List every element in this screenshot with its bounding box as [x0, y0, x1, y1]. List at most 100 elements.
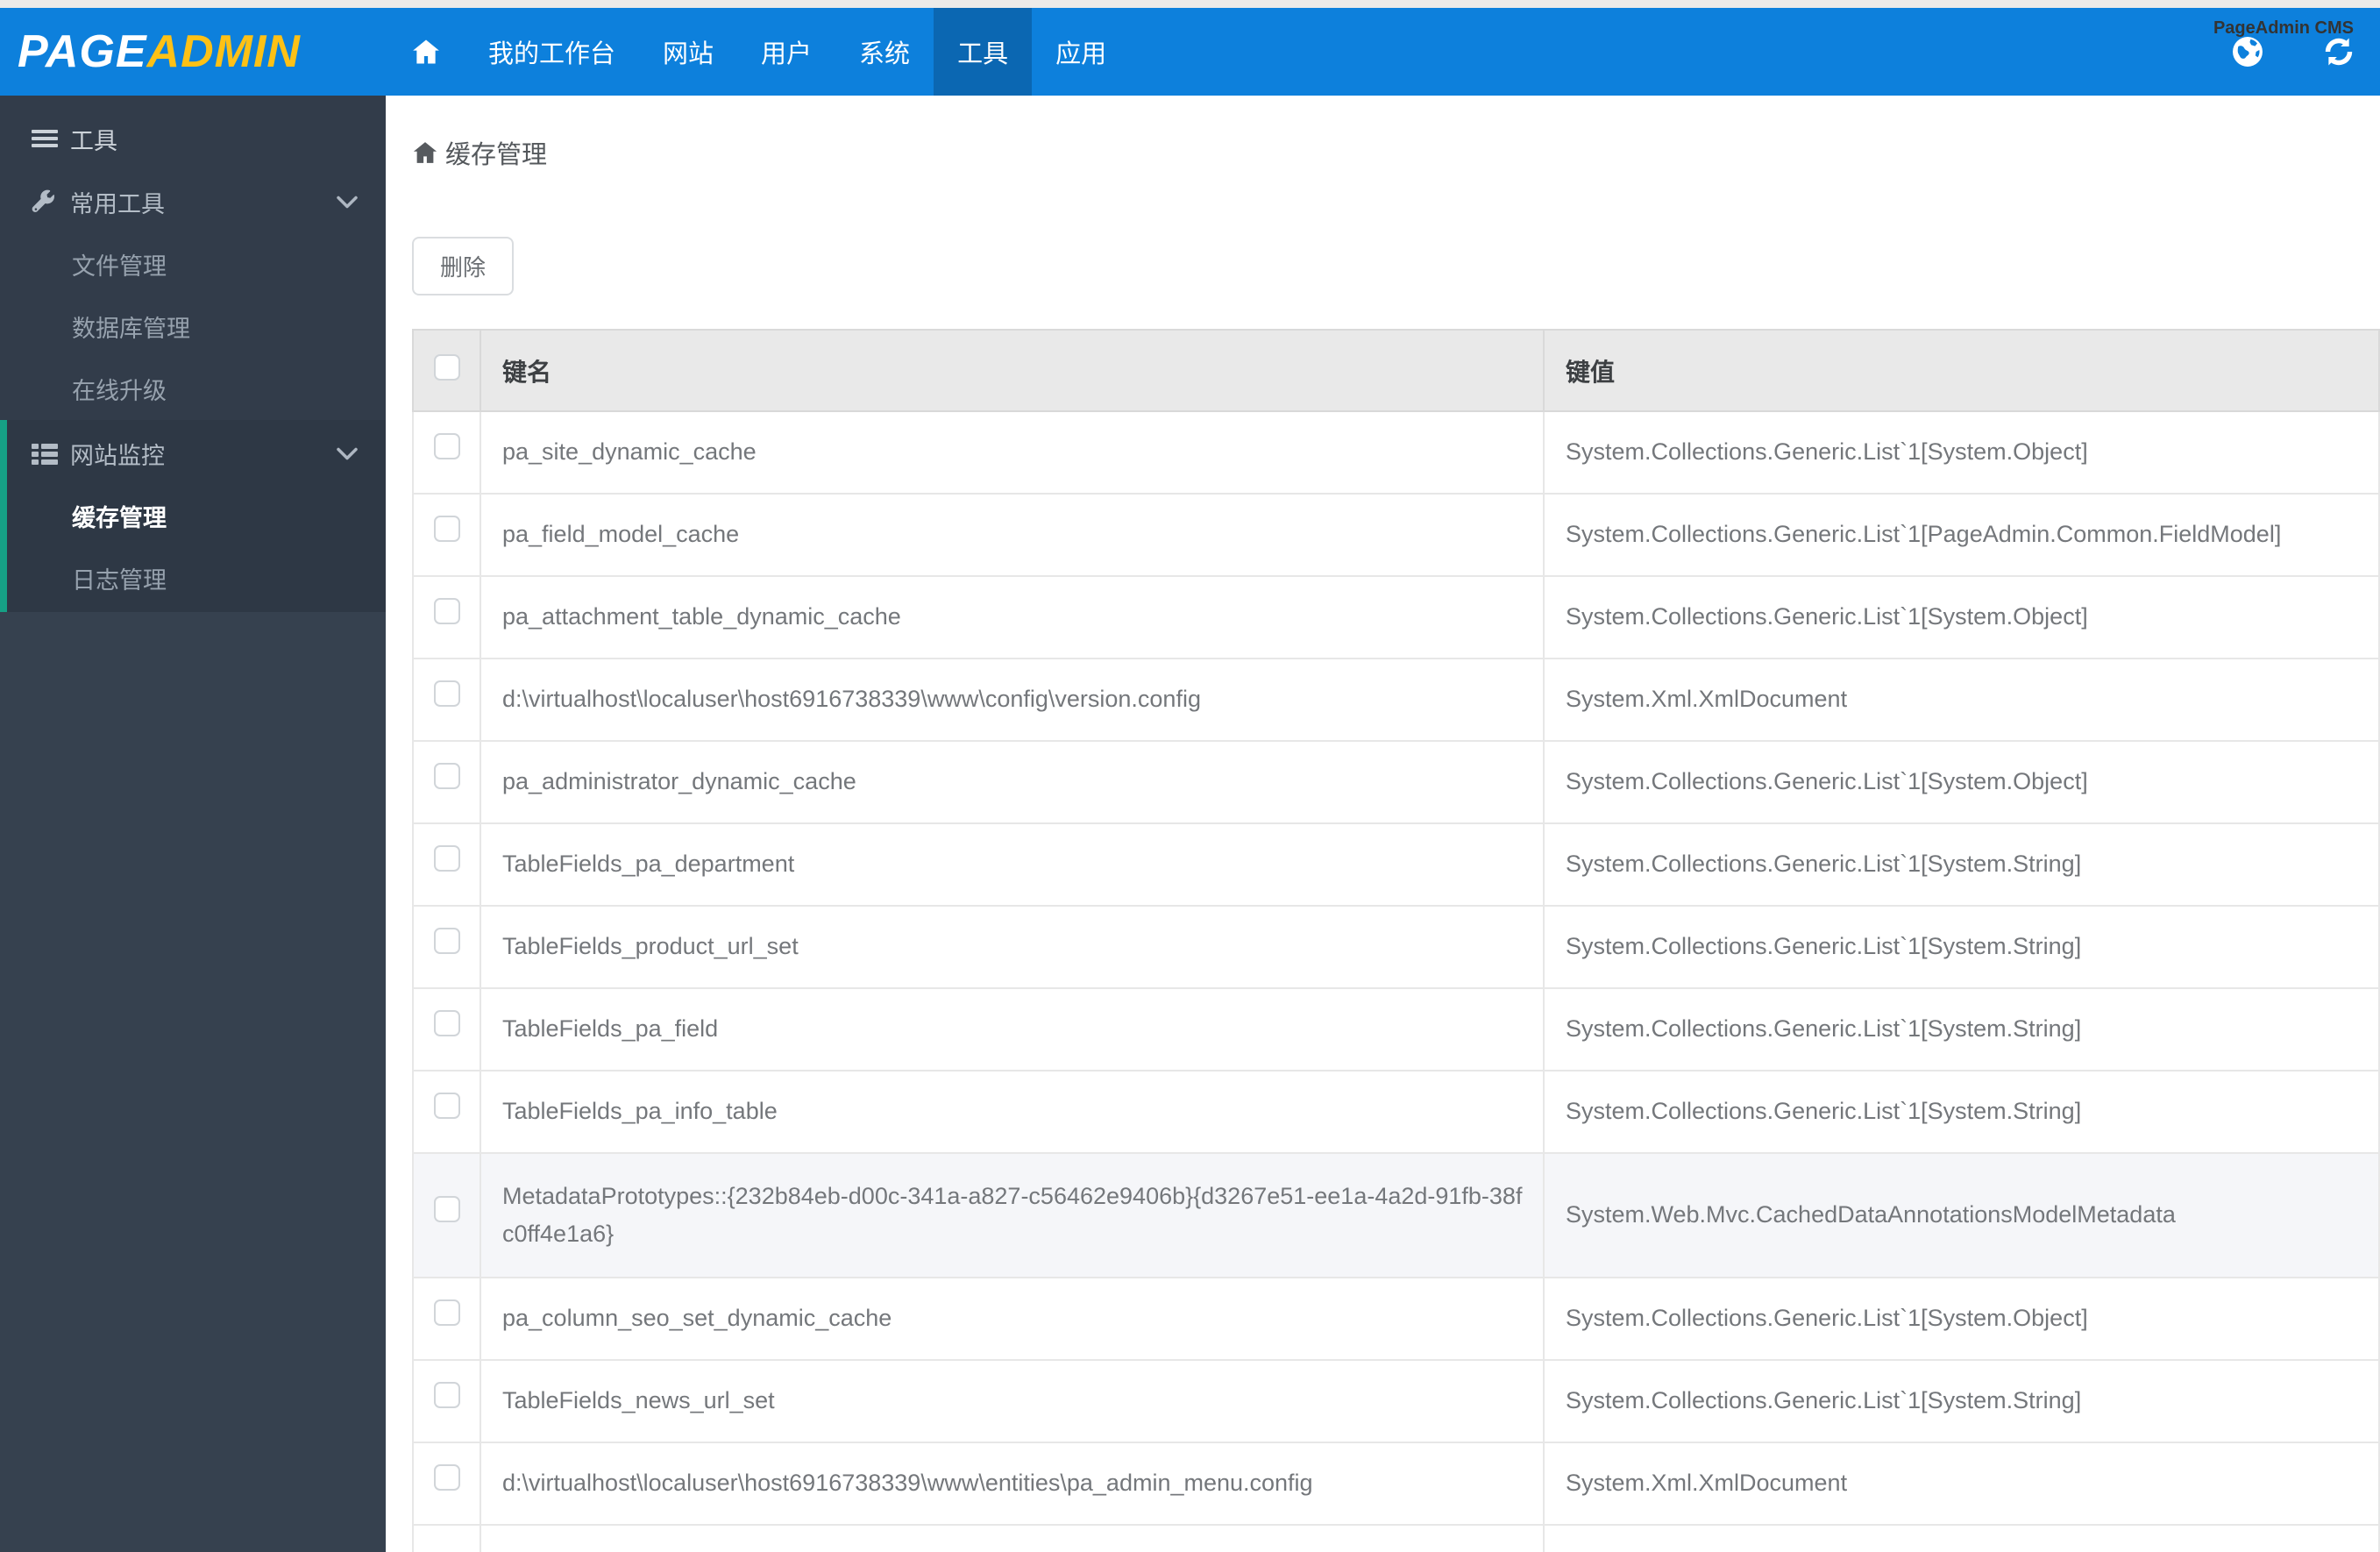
sidebar-subitem-label: 数据库管理: [72, 316, 190, 342]
sidebar-group-highlighted: 网站监控缓存管理日志管理: [0, 420, 386, 612]
sidebar-subitem-0-1[interactable]: 数据库管理: [0, 295, 386, 358]
row-checkbox[interactable]: [433, 1010, 460, 1037]
table-row: TableFields_pa_department System.Collecti…: [412, 822, 2380, 907]
cache-key-cell: pa_site_dynamic_cache: [480, 410, 1545, 495]
page-title-overlay: PageAdmin CMS: [2213, 18, 2354, 38]
row-checkbox[interactable]: [433, 1196, 460, 1223]
cache-value-cell: System.Collections.Generic.List`1[System…: [1543, 1070, 2380, 1154]
row-checkbox[interactable]: [433, 1382, 460, 1409]
sidebar-subitem-label: 日志管理: [72, 567, 167, 594]
row-select-cell: [412, 1442, 481, 1526]
table-row: pa_field_model_cache System.Collections.G…: [412, 493, 2380, 577]
nav-item-label: 我的工作台: [488, 40, 616, 68]
breadcrumb: 缓存管理: [412, 135, 2380, 170]
pageadmin-logo[interactable]: PAGE ADMIN: [18, 8, 301, 96]
nav-item-4[interactable]: 系统: [835, 8, 934, 96]
menu-icon: [32, 128, 58, 149]
refresh-icon[interactable]: [2322, 35, 2355, 68]
cache-value-cell: System.Web.Mvc.CachedDataAnnotationsMode…: [1543, 1152, 2380, 1278]
row-checkbox[interactable]: [433, 763, 460, 790]
sidebar-item-0-parent[interactable]: 常用工具: [0, 171, 386, 233]
nav-item-1[interactable]: 我的工作台: [465, 8, 639, 96]
table-row: pa_site_dynamic_cache System.Collections.…: [412, 410, 2380, 495]
sidebar-item-label: 网站监控: [70, 443, 165, 469]
cache-table-body: pa_site_dynamic_cache System.Collections.…: [412, 410, 2380, 1552]
nav-item-6[interactable]: 应用: [1032, 8, 1130, 96]
globe-icon[interactable]: [2231, 35, 2264, 68]
sidebar-subitem-label: 文件管理: [72, 253, 167, 280]
nav-item-5[interactable]: 工具: [934, 8, 1033, 96]
chevron-down-icon: [337, 196, 358, 209]
main-layout: 工具 常用工具 文件管理 数据库管理 在线升级 网站监控 缓存管理 日志管理 缓存管理 删除: [0, 96, 2380, 1552]
row-checkbox[interactable]: [433, 845, 460, 872]
sidebar-subitem-1-1[interactable]: 日志管理: [7, 547, 386, 609]
browser-edge-strip: [0, 0, 2380, 8]
cache-table: 键名 键值 pa_site_dynamic_cache System.Collec…: [412, 329, 2380, 1552]
cache-value-cell: System.Collections.Generic.List`1[System…: [1543, 410, 2380, 495]
cache-value-cell: System.Collections.Generic.List`1[System…: [1543, 575, 2380, 659]
table-row: d:\virtualhost\localuser\host6916738339\…: [412, 658, 2380, 742]
table-row: MetadataPrototypes::{232b84eb-d00c-341a-…: [412, 1152, 2380, 1278]
row-checkbox[interactable]: [433, 1464, 460, 1491]
sidebar-group: 常用工具文件管理数据库管理在线升级: [0, 171, 386, 420]
row-select-cell: [412, 1070, 481, 1154]
cache-value-cell: System.Collections.Generic.List`1[System…: [1543, 905, 2380, 989]
row-checkbox[interactable]: [433, 433, 460, 460]
row-select-cell: [412, 575, 481, 659]
home-icon: [411, 37, 441, 67]
content-area: 缓存管理 删除 键名 键值 pa_site_dynamic_cache Syste…: [386, 96, 2380, 1552]
sidebar-subitem-0-2[interactable]: 在线升级: [0, 358, 386, 420]
sidebar-subitem-label: 在线升级: [72, 378, 167, 404]
delete-button[interactable]: 删除: [412, 237, 515, 295]
cache-key-cell: MetadataPrototypes::{232b84eb-d00c-341a-…: [480, 1152, 1545, 1278]
select-all-cell: [412, 329, 481, 412]
cache-key-cell: d:\virtualhost\localuser\host6916738339\…: [480, 1442, 1545, 1526]
nav-item-home[interactable]: [387, 8, 465, 96]
cache-value-cell: System.Collections.Generic.List`1[System…: [1543, 822, 2380, 907]
row-checkbox[interactable]: [433, 1299, 460, 1327]
header-row: 键名 键值: [412, 329, 2380, 412]
cache-key-cell: pa_field_model_cache: [480, 493, 1545, 577]
table-row: pa_attachment_table_dynamic_cache System.…: [412, 575, 2380, 659]
sidebar-subitem-1-0[interactable]: 缓存管理: [7, 485, 386, 547]
row-select-cell: [412, 987, 481, 1071]
row-select-cell: [412, 410, 481, 495]
select-all-checkbox[interactable]: [433, 354, 460, 381]
table-row: pa_administrator_dynamic_cache System.Col…: [412, 740, 2380, 824]
nav-item-3[interactable]: 用户: [737, 8, 835, 96]
breadcrumb-label: 缓存管理: [445, 141, 548, 169]
row-checkbox[interactable]: [433, 928, 460, 955]
column-header-value: 键值: [1543, 329, 2380, 412]
row-select-cell: [412, 493, 481, 577]
cache-value-cell: System.Xml.XmlDocument: [1543, 658, 2380, 742]
cache-value-cell: System.Xml.XmlDocument: [1543, 1442, 2380, 1526]
cache-value-cell: System.Collections.Generic.List`1[System…: [1543, 1359, 2380, 1443]
row-checkbox[interactable]: [433, 516, 460, 543]
sidebar-section-title-label: 工具: [70, 127, 117, 154]
row-select-cell: [412, 1152, 481, 1278]
table-row: d:\virtualhost\localuser\host6916738339\…: [412, 1442, 2380, 1526]
nav-item-2[interactable]: 网站: [639, 8, 737, 96]
nav-item-label: 网站: [663, 40, 714, 68]
cache-key-cell: TableFields_product_url_set: [480, 905, 1545, 989]
sidebar-subitem-0-0[interactable]: 文件管理: [0, 233, 386, 295]
cache-key-cell: TableFields_news_url_set: [480, 1359, 1545, 1443]
nav-item-label: 系统: [859, 40, 911, 68]
cache-key-cell: pa_administrator_dynamic_cache: [480, 740, 1545, 824]
sidebar-item-1-parent[interactable]: 网站监控: [7, 423, 386, 485]
row-select-cell: [412, 905, 481, 989]
row-select-cell: [412, 740, 481, 824]
row-checkbox[interactable]: [433, 680, 460, 708]
cache-value-cell: System.Collections.Generic.List`1[System…: [1543, 1277, 2380, 1361]
sidebar-subitem-label: 缓存管理: [72, 505, 167, 531]
column-header-key: 键名: [480, 329, 1545, 412]
sidebar-menu: 工具 常用工具文件管理数据库管理在线升级网站监控缓存管理日志管理: [0, 96, 386, 612]
row-checkbox[interactable]: [433, 598, 460, 625]
nav-item-label: 工具: [957, 40, 1009, 68]
cache-key-cell: TableFields_pa_department: [480, 822, 1545, 907]
row-checkbox[interactable]: [433, 1093, 460, 1120]
cache-key-cell: TableFields_pa_field: [480, 987, 1545, 1071]
cache-value-cell: System.Collections.Generic.List`1[System…: [1543, 987, 2380, 1071]
cache-value-cell: System.Collections.Generic.List`1[PageAd…: [1543, 493, 2380, 577]
nav-item-label: 应用: [1055, 40, 1107, 68]
